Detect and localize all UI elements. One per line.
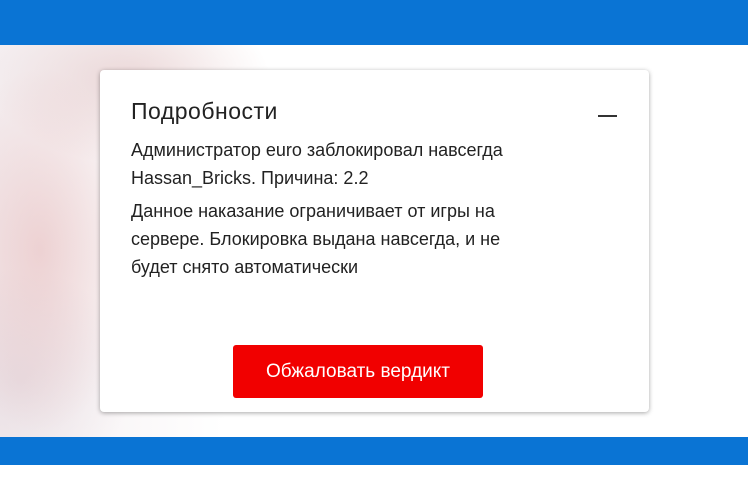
footer bbox=[0, 437, 748, 502]
header-bar bbox=[0, 0, 748, 45]
details-card: Подробности Администратор euro заблокиро… bbox=[100, 70, 649, 412]
card-title: Подробности bbox=[131, 98, 278, 124]
block-message: Администратор euro заблокировал навсегда… bbox=[131, 140, 503, 188]
punishment-message: Данное наказание ограничивает от игры на… bbox=[131, 201, 501, 277]
minus-icon bbox=[598, 115, 617, 117]
footer-bar bbox=[0, 437, 748, 465]
appeal-button[interactable]: Обжаловать вердикт bbox=[233, 345, 483, 398]
collapse-button[interactable] bbox=[595, 106, 621, 126]
